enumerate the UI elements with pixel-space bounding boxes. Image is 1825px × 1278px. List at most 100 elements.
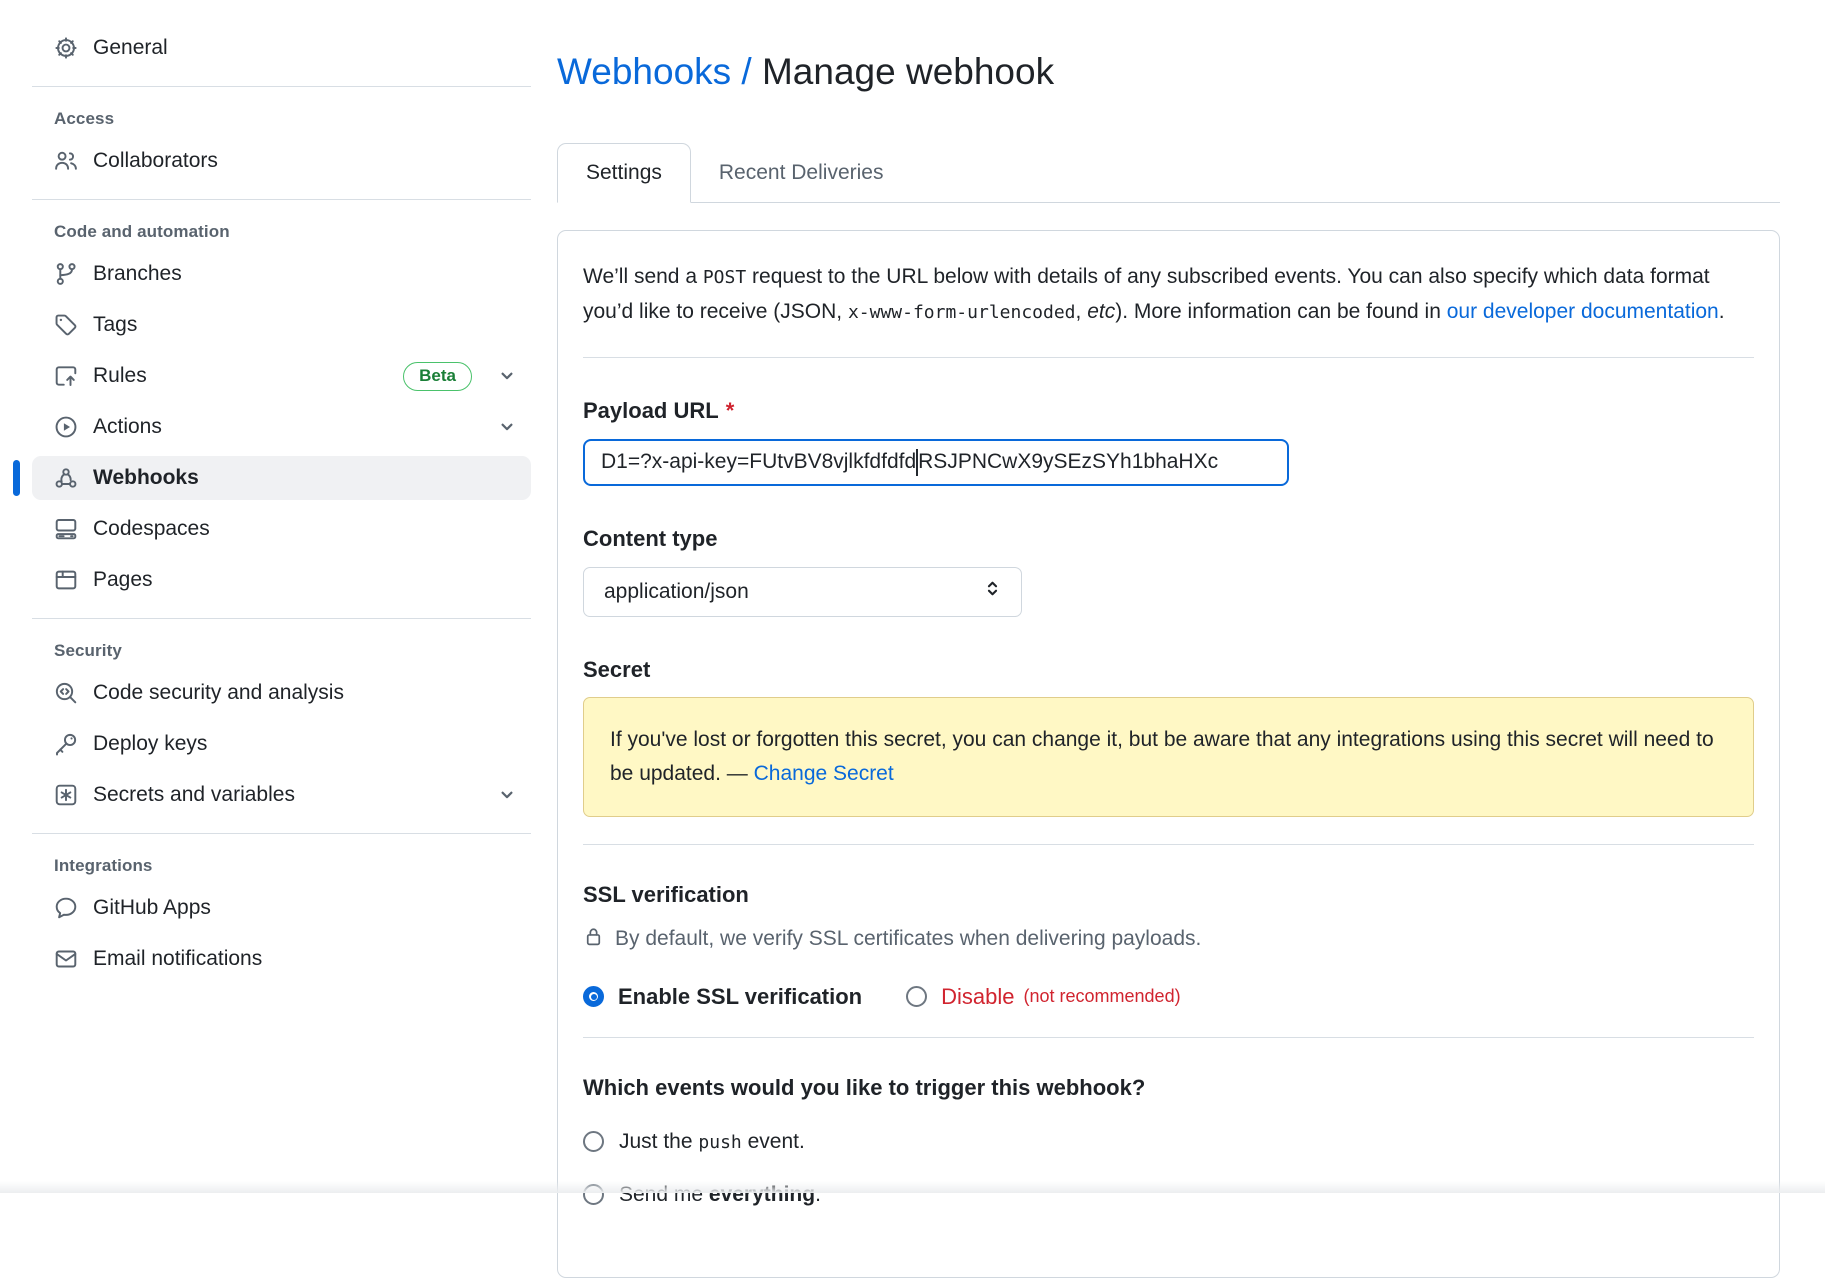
payload-url-label: Payload URL *	[583, 398, 1754, 424]
beta-badge: Beta	[403, 362, 472, 391]
sidebar-item-label: Tags	[93, 313, 517, 337]
webhook-description: We’ll send a POST request to the URL bel…	[583, 260, 1743, 330]
content-type-value: application/json	[604, 580, 749, 604]
sidebar-item-secrets-variables[interactable]: Secrets and variables	[32, 773, 531, 817]
chevron-down-icon	[497, 417, 517, 437]
event-text-part: Send me	[619, 1183, 709, 1206]
sidebar-group-code-automation: Code and automation	[32, 216, 531, 252]
developer-documentation-link[interactable]: our developer documentation	[1447, 300, 1719, 323]
everything-event-label: Send me everything.	[619, 1183, 821, 1207]
sidebar-item-label: Pages	[93, 568, 517, 592]
section-divider	[583, 1037, 1754, 1038]
ssl-verification-heading: SSL verification	[583, 882, 1754, 908]
tag-icon	[54, 313, 78, 337]
event-text-part: .	[815, 1183, 821, 1206]
push-event-radio[interactable]	[583, 1131, 604, 1152]
main-content: Webhooks / Manage webhook Settings Recen…	[531, 0, 1825, 1193]
secret-label: Secret	[583, 657, 1754, 683]
sidebar-item-code-security[interactable]: Code security and analysis	[32, 671, 531, 715]
sidebar-item-collaborators[interactable]: Collaborators	[32, 139, 531, 183]
asterisk-box-icon	[54, 783, 78, 807]
sidebar-item-deploy-keys[interactable]: Deploy keys	[32, 722, 531, 766]
rules-icon	[54, 364, 78, 388]
sidebar-item-rules[interactable]: Rules Beta	[32, 354, 531, 398]
sidebar-divider	[32, 86, 531, 87]
sidebar-item-webhooks[interactable]: Webhooks	[32, 456, 531, 500]
content-type-select[interactable]: application/json	[583, 567, 1022, 617]
git-branch-icon	[54, 262, 78, 286]
webhook-icon	[54, 466, 78, 490]
sidebar-item-codespaces[interactable]: Codespaces	[32, 507, 531, 551]
section-divider	[583, 844, 1754, 845]
webhooks-breadcrumb-link[interactable]: Webhooks /	[557, 51, 752, 92]
push-code: push	[698, 1132, 741, 1153]
tab-bar: Settings Recent Deliveries	[557, 143, 1780, 203]
sidebar-item-pages[interactable]: Pages	[32, 558, 531, 602]
sidebar-item-label: Secrets and variables	[93, 783, 482, 807]
sidebar-item-tags[interactable]: Tags	[32, 303, 531, 347]
mail-icon	[54, 947, 78, 971]
unfold-icon	[982, 578, 1003, 605]
people-icon	[54, 149, 78, 173]
sidebar-item-label: Rules	[93, 364, 388, 388]
section-divider	[583, 357, 1754, 358]
intro-text: ). More information can be found in	[1115, 300, 1447, 323]
sidebar-item-email-notifications[interactable]: Email notifications	[32, 937, 531, 981]
page-title: Webhooks / Manage webhook	[557, 49, 1780, 95]
page-title-text: Manage webhook	[762, 51, 1054, 92]
required-asterisk: *	[726, 398, 735, 423]
post-code: POST	[703, 267, 746, 288]
event-option-push[interactable]: Just the push event.	[583, 1130, 1754, 1154]
payload-url-label-text: Payload URL	[583, 398, 719, 423]
sidebar-item-actions[interactable]: Actions	[32, 405, 531, 449]
sidebar-item-general[interactable]: General	[32, 26, 531, 70]
sidebar-item-github-apps[interactable]: GitHub Apps	[32, 886, 531, 930]
intro-text: ,	[1076, 300, 1088, 323]
event-option-everything[interactable]: Send me everything.	[583, 1183, 1754, 1207]
payload-url-input[interactable]: D1=?x-api-key=FUtvBV8vjlkfdfdfdRSJPNCwX9…	[583, 439, 1289, 486]
settings-page: General Access Collaborators Code and au…	[0, 0, 1825, 1193]
codespaces-icon	[54, 517, 78, 541]
sidebar-item-label: Email notifications	[93, 947, 517, 971]
chevron-down-icon	[497, 785, 517, 805]
disable-ssl-label[interactable]: Disable	[941, 984, 1014, 1010]
intro-text: We’ll send a	[583, 265, 703, 288]
change-secret-link[interactable]: Change Secret	[754, 762, 894, 785]
browser-icon	[54, 568, 78, 592]
ssl-description-text: By default, we verify SSL certificates w…	[615, 927, 1201, 951]
disable-ssl-note: (not recommended)	[1024, 986, 1181, 1007]
tab-recent-deliveries[interactable]: Recent Deliveries	[691, 144, 912, 202]
codescan-icon	[54, 681, 78, 705]
intro-text: .	[1719, 300, 1725, 323]
urlencoded-code: x-www-form-urlencoded	[848, 302, 1076, 323]
sidebar-group-integrations: Integrations	[32, 850, 531, 886]
sidebar-item-label: Actions	[93, 415, 482, 439]
event-text-part: event.	[742, 1130, 805, 1153]
content-type-label: Content type	[583, 526, 1754, 552]
sidebar-item-label: Deploy keys	[93, 732, 517, 756]
sidebar-item-label: Branches	[93, 262, 517, 286]
sidebar-item-label: General	[93, 36, 517, 60]
settings-sidebar: General Access Collaborators Code and au…	[0, 0, 531, 1193]
sidebar-item-label: Codespaces	[93, 517, 517, 541]
sidebar-divider	[32, 833, 531, 834]
play-circle-icon	[54, 415, 78, 439]
disable-ssl-radio[interactable]	[906, 986, 927, 1007]
sidebar-item-branches[interactable]: Branches	[32, 252, 531, 296]
app-bubble-icon	[54, 896, 78, 920]
enable-ssl-radio[interactable]	[583, 986, 604, 1007]
webhook-form-panel: We’ll send a POST request to the URL bel…	[557, 230, 1780, 1278]
tab-settings[interactable]: Settings	[557, 143, 691, 203]
key-icon	[54, 732, 78, 756]
payload-url-value: RSJPNCwX9ySEzSYh1bhaHXc	[918, 450, 1218, 474]
enable-ssl-label[interactable]: Enable SSL verification	[618, 984, 862, 1010]
event-text-part: Just the	[619, 1130, 698, 1153]
payload-url-value: D1=?x-api-key=FUtvBV8vjlkfdfdfd	[601, 450, 916, 474]
sidebar-item-label: GitHub Apps	[93, 896, 517, 920]
everything-event-radio[interactable]	[583, 1184, 604, 1205]
sidebar-group-security: Security	[32, 635, 531, 671]
sidebar-item-label: Code security and analysis	[93, 681, 517, 705]
sidebar-divider	[32, 618, 531, 619]
ssl-radio-group: Enable SSL verification Disable (not rec…	[583, 984, 1754, 1010]
ssl-description: By default, we verify SSL certificates w…	[583, 925, 1754, 954]
